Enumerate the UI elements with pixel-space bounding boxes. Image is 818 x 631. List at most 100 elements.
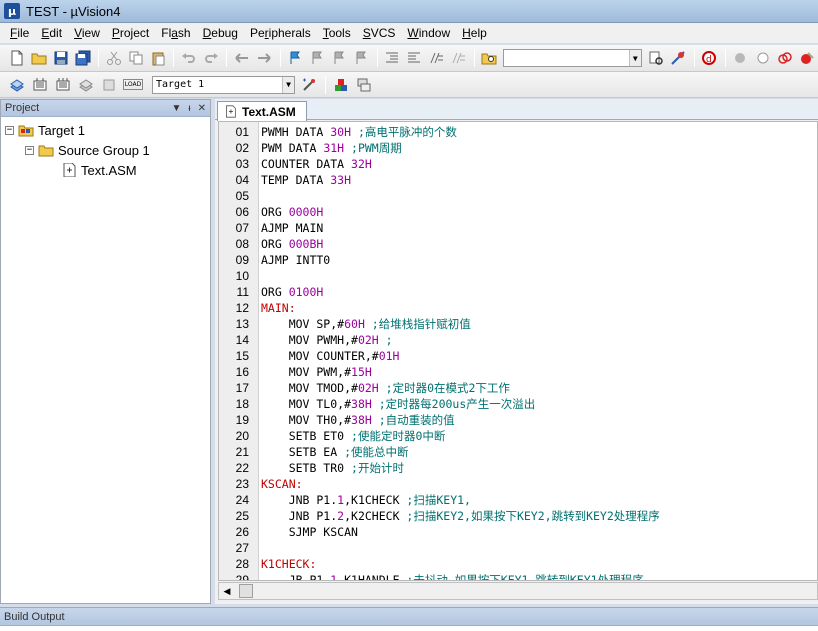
menu-window[interactable]: Window bbox=[401, 23, 456, 44]
code-line[interactable]: 08 ORG 000BH bbox=[219, 236, 817, 252]
manage-multi-project-icon[interactable] bbox=[353, 74, 375, 96]
unindent-icon[interactable] bbox=[404, 47, 425, 69]
paste-button[interactable] bbox=[147, 47, 168, 69]
code-line[interactable]: 10 bbox=[219, 268, 817, 284]
breakpoint-insert-icon[interactable] bbox=[730, 47, 751, 69]
line-number: 08 bbox=[235, 237, 249, 251]
code-line[interactable]: 28 K1CHECK: bbox=[219, 556, 817, 572]
code-line[interactable]: 18 MOV TL0,#38H ;定时器每200us产生一次溢出 bbox=[219, 396, 817, 412]
menu-file[interactable]: File bbox=[4, 23, 35, 44]
chevron-down-icon[interactable]: ▼ bbox=[628, 50, 641, 66]
code-line[interactable]: 13 MOV SP,#60H ;给堆栈指针赋初值 bbox=[219, 316, 817, 332]
code-line[interactable]: 03 COUNTER DATA 32H bbox=[219, 156, 817, 172]
collapse-expander-icon[interactable]: − bbox=[5, 125, 14, 135]
uncomment-icon[interactable] bbox=[448, 47, 469, 69]
menu-help[interactable]: Help bbox=[456, 23, 493, 44]
menu-debug[interactable]: Debug bbox=[197, 23, 244, 44]
build-output-title: Build Output bbox=[4, 610, 65, 623]
menu-svcs[interactable]: SVCS bbox=[357, 23, 402, 44]
breakpoint-kill-all-icon[interactable] bbox=[796, 47, 817, 69]
menu-view[interactable]: View bbox=[68, 23, 106, 44]
code-line[interactable]: 01 PWMH DATA 30H ;高电平脉冲的个数 bbox=[219, 124, 817, 140]
menu-edit[interactable]: Edit bbox=[35, 23, 68, 44]
code-line[interactable]: 04 TEMP DATA 33H bbox=[219, 172, 817, 188]
code-line[interactable]: 25 JNB P1.2,K2CHECK ;扫描KEY2,如果按下KEY2,跳转到… bbox=[219, 508, 817, 524]
collapse-expander-icon[interactable]: − bbox=[25, 145, 34, 155]
debug-session-icon[interactable]: d bbox=[699, 47, 720, 69]
stop-build-icon[interactable] bbox=[98, 74, 120, 96]
code-line[interactable]: 07 AJMP MAIN bbox=[219, 220, 817, 236]
redo-button[interactable] bbox=[200, 47, 221, 69]
translate-icon[interactable] bbox=[6, 74, 28, 96]
code-line[interactable]: 11 ORG 0100H bbox=[219, 284, 817, 300]
open-file-button[interactable] bbox=[28, 47, 49, 69]
bookmark-toggle-icon[interactable] bbox=[285, 47, 306, 69]
bookmark-next-icon[interactable] bbox=[329, 47, 350, 69]
code-number: 0100H bbox=[288, 285, 324, 299]
code-line[interactable]: 17 MOV TMOD,#02H ;定时器0在模式2下工作 bbox=[219, 380, 817, 396]
code-line[interactable]: 19 MOV TH0,#38H ;自动重装的值 bbox=[219, 412, 817, 428]
scroll-left-icon[interactable]: ◀ bbox=[219, 583, 235, 599]
nav-back-icon[interactable] bbox=[231, 47, 252, 69]
nav-forward-icon[interactable] bbox=[253, 47, 274, 69]
new-file-button[interactable] bbox=[6, 47, 27, 69]
menu-flash[interactable]: Flash bbox=[155, 23, 196, 44]
code-line[interactable]: 26 SJMP KSCAN bbox=[219, 524, 817, 540]
horizontal-scrollbar[interactable]: ◀ bbox=[218, 582, 818, 600]
panel-menu-icon[interactable]: ▼ bbox=[171, 103, 181, 114]
code-line[interactable]: 15 MOV COUNTER,#01H bbox=[219, 348, 817, 364]
find-combo[interactable]: ▼ bbox=[502, 49, 642, 67]
code-line[interactable]: 29 JB P1.1,K1HANDLE ;去抖动,如果按下KEY1,跳转到KEY… bbox=[219, 572, 817, 580]
code-line[interactable]: 16 MOV PWM,#15H bbox=[219, 364, 817, 380]
chevron-down-icon[interactable]: ▼ bbox=[282, 76, 294, 93]
close-icon[interactable]: ✕ bbox=[198, 103, 206, 114]
code-line[interactable]: 21 SETB EA ;使能总中断 bbox=[219, 444, 817, 460]
menu-project[interactable]: Project bbox=[106, 23, 155, 44]
rebuild-icon[interactable] bbox=[52, 74, 74, 96]
code-line[interactable]: 05 bbox=[219, 188, 817, 204]
code-line[interactable]: 23 KSCAN: bbox=[219, 476, 817, 492]
line-number: 20 bbox=[235, 429, 249, 443]
save-all-button[interactable] bbox=[72, 47, 93, 69]
line-number: 25 bbox=[235, 509, 249, 523]
find-in-files-icon[interactable] bbox=[479, 47, 500, 69]
code-line[interactable]: 06 ORG 0000H bbox=[219, 204, 817, 220]
file-extensions-icon[interactable] bbox=[330, 74, 352, 96]
tree-item-text-asm[interactable]: Text.ASM bbox=[61, 161, 137, 179]
breakpoint-disable-all-icon[interactable] bbox=[774, 47, 795, 69]
code-line[interactable]: 24 JNB P1.1,K1CHECK ;扫描KEY1, bbox=[219, 492, 817, 508]
code-line[interactable]: 20 SETB ET0 ;使能定时器0中断 bbox=[219, 428, 817, 444]
download-load-button[interactable]: LOAD bbox=[121, 74, 145, 96]
code-line[interactable]: 09 AJMP INTT0 bbox=[219, 252, 817, 268]
bookmark-clear-icon[interactable] bbox=[351, 47, 372, 69]
scroll-thumb[interactable] bbox=[239, 584, 253, 598]
code-line[interactable]: 14 MOV PWMH,#02H ; bbox=[219, 332, 817, 348]
menu-tools[interactable]: Tools bbox=[317, 23, 357, 44]
tree-item-source-group[interactable]: − Source Group 1 bbox=[25, 141, 150, 159]
bookmark-prev-icon[interactable] bbox=[307, 47, 328, 69]
undo-button[interactable] bbox=[178, 47, 199, 69]
copy-button[interactable] bbox=[125, 47, 146, 69]
code-line[interactable]: 27 bbox=[219, 540, 817, 556]
indent-icon[interactable] bbox=[382, 47, 403, 69]
target-options-icon[interactable] bbox=[298, 74, 320, 96]
target-select[interactable]: Target 1 ▼ bbox=[152, 75, 295, 94]
code-line[interactable]: 22 SETB TR0 ;开始计时 bbox=[219, 460, 817, 476]
tree-item-target[interactable]: − Target 1 bbox=[5, 121, 85, 139]
find-icon[interactable] bbox=[646, 47, 667, 69]
incremental-find-icon[interactable] bbox=[668, 47, 689, 69]
cut-button[interactable] bbox=[103, 47, 124, 69]
line-number: 10 bbox=[235, 269, 249, 283]
batch-build-icon[interactable] bbox=[75, 74, 97, 96]
comment-icon[interactable] bbox=[426, 47, 447, 69]
code-line[interactable]: 12 MAIN: bbox=[219, 300, 817, 316]
menu-peripherals[interactable]: Peripherals bbox=[244, 23, 317, 44]
tab-text-asm[interactable]: Text.ASM bbox=[217, 101, 307, 121]
line-number: 18 bbox=[235, 397, 249, 411]
pin-icon[interactable]: ᵻ bbox=[188, 103, 190, 114]
code-line[interactable]: 02 PWM DATA 31H ;PWM周期 bbox=[219, 140, 817, 156]
build-icon[interactable] bbox=[29, 74, 51, 96]
code-editor[interactable]: 01 PWMH DATA 30H ;高电平脉冲的个数 02 PWM DATA 31H … bbox=[218, 121, 818, 581]
save-button[interactable] bbox=[50, 47, 71, 69]
breakpoint-enable-icon[interactable] bbox=[752, 47, 773, 69]
